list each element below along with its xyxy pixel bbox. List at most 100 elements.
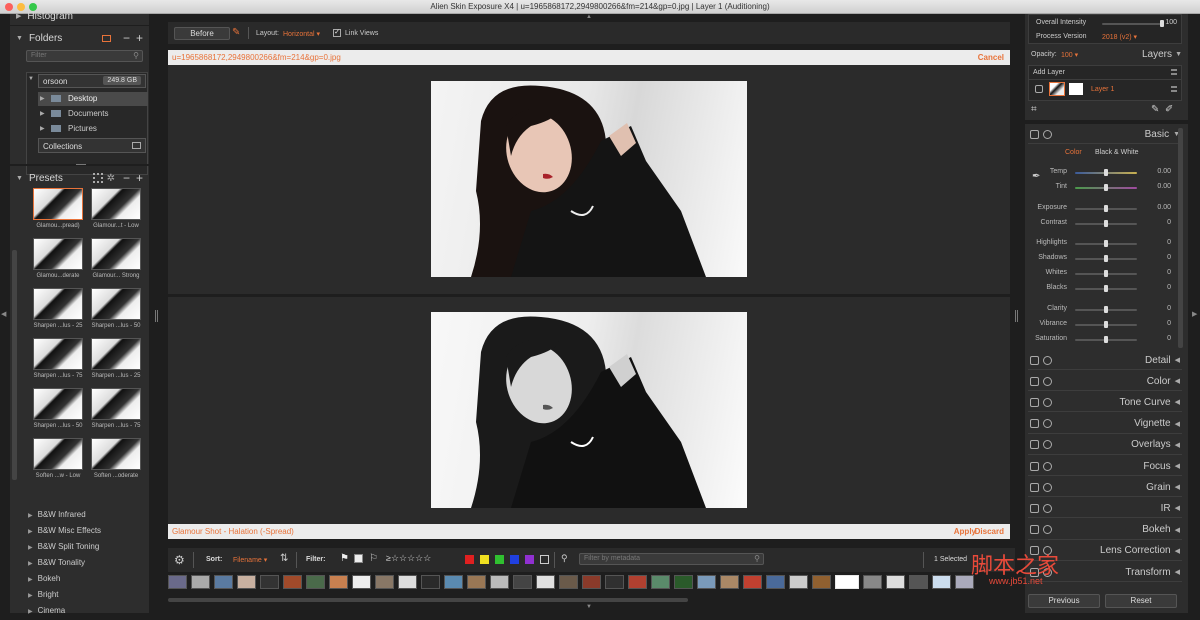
left-panel-resize-handle[interactable] xyxy=(155,310,158,322)
reset-icon[interactable] xyxy=(1043,461,1052,471)
section-grain[interactable]: Grain ◀ xyxy=(1028,478,1182,498)
rating-filter-stars[interactable]: ≥☆☆☆☆☆ xyxy=(386,553,431,564)
reset-icon[interactable] xyxy=(1043,397,1052,407)
toggle-icon[interactable] xyxy=(1030,440,1039,450)
toggle-icon[interactable] xyxy=(1030,567,1039,577)
minimize-window-button[interactable] xyxy=(17,3,25,11)
filmstrip-thumbnail[interactable] xyxy=(352,575,371,589)
adjustment-slider[interactable] xyxy=(1075,336,1137,343)
filmstrip-thumbnail[interactable] xyxy=(260,575,279,589)
filmstrip-thumbnail[interactable] xyxy=(513,575,532,589)
section-transform[interactable]: Transform ◀ xyxy=(1028,563,1182,582)
preset-item[interactable]: Sharpen ...lus - 50 xyxy=(91,288,141,329)
toggle-icon[interactable] xyxy=(1030,461,1039,471)
folder-item-pictures[interactable]: ▶ Pictures xyxy=(38,122,148,136)
drive-expand-icon[interactable]: ▼ xyxy=(28,76,34,82)
collapse-right-arrow-icon[interactable]: ▶ xyxy=(1192,310,1197,318)
adjustment-slider[interactable] xyxy=(1075,255,1137,262)
filmstrip-thumbnail[interactable] xyxy=(559,575,578,589)
preset-item[interactable]: Sharpen ...lus - 25 xyxy=(33,288,83,329)
filmstrip-scrollbar[interactable] xyxy=(168,598,688,602)
category-bright[interactable]: ▶ Bright xyxy=(20,587,149,603)
section-bokeh[interactable]: Bokeh ◀ xyxy=(1028,521,1182,540)
filmstrip-thumbnail[interactable] xyxy=(909,575,928,589)
filmstrip-thumbnail[interactable] xyxy=(697,575,716,589)
adjustment-slider[interactable] xyxy=(1075,240,1137,247)
toggle-icon[interactable] xyxy=(1030,376,1039,386)
adjustment-slider[interactable] xyxy=(1075,184,1137,191)
previous-button[interactable]: Previous xyxy=(1028,594,1100,608)
preset-item[interactable]: Glamou...pread) xyxy=(33,188,83,229)
filmstrip-thumbnail[interactable] xyxy=(375,575,394,589)
preset-item[interactable]: Glamour...t - Low xyxy=(91,188,141,229)
cancel-link[interactable]: Cancel xyxy=(978,53,1004,62)
category-bw-split-toning[interactable]: ▶ B&W Split Toning xyxy=(20,539,149,555)
metadata-filter-input[interactable]: Filter by metadata ⚲ xyxy=(579,553,764,565)
sort-direction-icon[interactable]: ⇅ xyxy=(280,553,288,564)
reset-icon[interactable] xyxy=(1043,376,1052,386)
section-lens-correction[interactable]: Lens Correction ◀ xyxy=(1028,542,1182,561)
filmstrip-thumbnail[interactable] xyxy=(835,575,859,589)
slider-knob[interactable] xyxy=(1104,255,1108,262)
filmstrip-thumbnail[interactable] xyxy=(863,575,882,589)
link-views-checkbox[interactable]: ✓ xyxy=(333,29,341,37)
adjustment-slider[interactable] xyxy=(1075,169,1137,176)
minus-icon[interactable]: − xyxy=(123,171,130,185)
filmstrip-thumbnail[interactable] xyxy=(628,575,647,589)
filmstrip-thumbnail[interactable] xyxy=(582,575,601,589)
filmstrip-thumbnail[interactable] xyxy=(467,575,486,589)
category-bw-tonality[interactable]: ▶ B&W Tonality xyxy=(20,555,149,571)
slider-knob[interactable] xyxy=(1104,321,1108,328)
filmstrip-thumbnail[interactable] xyxy=(605,575,624,589)
color-label-none[interactable] xyxy=(540,555,549,564)
filmstrip-thumbnail[interactable] xyxy=(955,575,974,589)
panel-resize-handle[interactable] xyxy=(76,164,86,166)
folder-item-documents[interactable]: ▶ Documents xyxy=(38,107,148,121)
flag-icon[interactable]: ⚑ xyxy=(340,553,349,564)
sort-dropdown[interactable]: Filename ▾ xyxy=(233,556,267,564)
toggle-icon[interactable] xyxy=(1030,525,1039,535)
reset-icon[interactable] xyxy=(1043,525,1052,535)
filmstrip-thumbnail[interactable] xyxy=(306,575,325,589)
color-label-green[interactable] xyxy=(495,555,504,564)
reset-icon[interactable] xyxy=(1043,355,1052,365)
toggle-icon[interactable] xyxy=(1030,419,1039,429)
slider-knob[interactable] xyxy=(1104,306,1108,313)
color-label-blue[interactable] xyxy=(510,555,519,564)
brush-icon[interactable]: ✎ xyxy=(232,27,240,38)
filmstrip-thumbnail[interactable] xyxy=(812,575,831,589)
adjustment-slider[interactable] xyxy=(1075,270,1137,277)
filmstrip-thumbnail[interactable] xyxy=(886,575,905,589)
color-label-red[interactable] xyxy=(465,555,474,564)
apply-link[interactable]: Apply xyxy=(954,527,976,536)
category-bw-infrared[interactable]: ▶ B&W Infrared xyxy=(20,507,149,523)
discard-link[interactable]: Discard xyxy=(975,527,1004,536)
slider-knob[interactable] xyxy=(1104,270,1108,277)
section-color[interactable]: Color ◀ xyxy=(1028,372,1182,392)
collapse-all-icon[interactable]: ✲ xyxy=(107,173,115,184)
folder-sync-icon[interactable] xyxy=(101,34,111,42)
toggle-icon[interactable] xyxy=(1030,355,1039,365)
adjustment-slider[interactable] xyxy=(1075,220,1137,227)
slider-knob[interactable] xyxy=(1104,184,1108,191)
reset-icon[interactable] xyxy=(1043,503,1052,513)
filmstrip-thumbnail[interactable] xyxy=(283,575,302,589)
preset-item[interactable]: Glamour... Strong xyxy=(91,238,141,279)
filmstrip-thumbnail[interactable] xyxy=(421,575,440,589)
slider-knob[interactable] xyxy=(1104,336,1108,343)
adjustment-slider[interactable] xyxy=(1075,205,1137,212)
filmstrip-thumbnail[interactable] xyxy=(237,575,256,589)
filmstrip-thumbnail[interactable] xyxy=(444,575,463,589)
adjustment-slider[interactable] xyxy=(1075,285,1137,292)
color-label-purple[interactable] xyxy=(525,555,534,564)
presets-header[interactable]: ▼ Presets ✲ − + xyxy=(10,170,149,186)
plus-icon[interactable]: + xyxy=(136,31,143,45)
filmstrip-thumbnail[interactable] xyxy=(932,575,951,589)
toggle-icon[interactable] xyxy=(1030,546,1039,556)
folder-item-desktop[interactable]: ▶ Desktop xyxy=(38,92,148,106)
section-vignette[interactable]: Vignette ◀ xyxy=(1028,415,1182,434)
toggle-icon[interactable] xyxy=(1030,397,1039,407)
category-bokeh[interactable]: ▶ Bokeh xyxy=(20,571,149,587)
slider-knob[interactable] xyxy=(1104,285,1108,292)
filmstrip-thumbnail[interactable] xyxy=(766,575,785,589)
